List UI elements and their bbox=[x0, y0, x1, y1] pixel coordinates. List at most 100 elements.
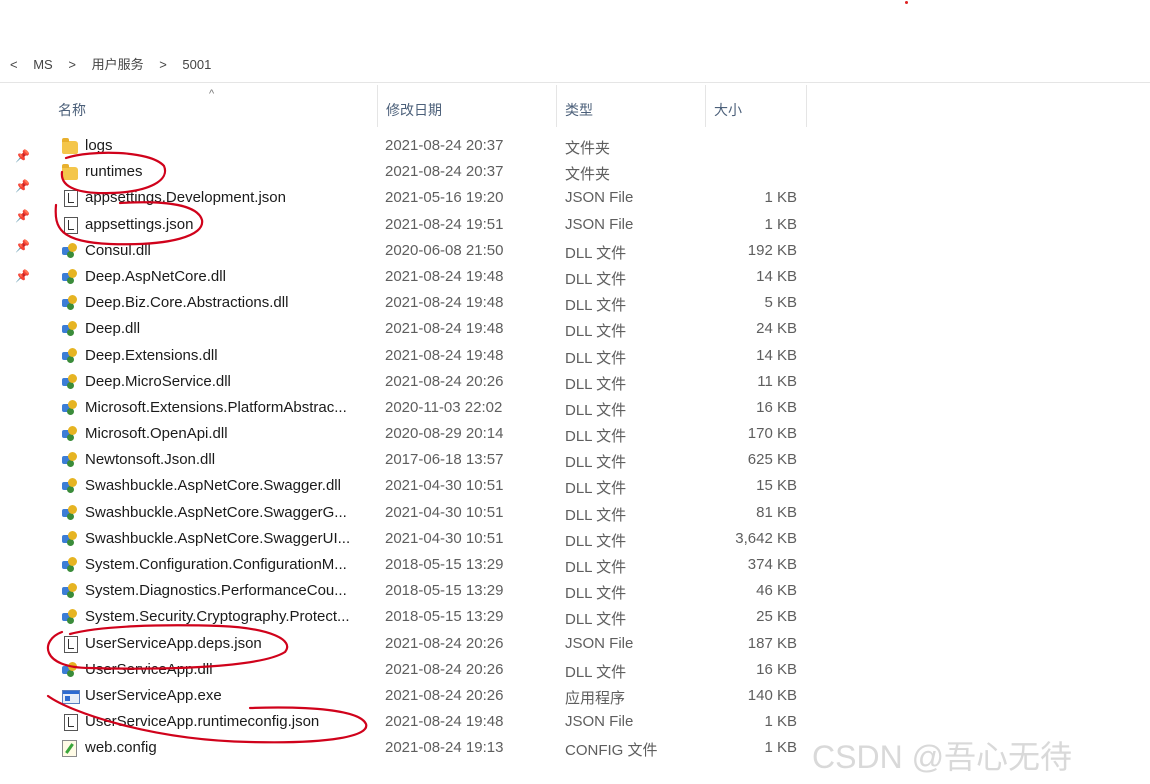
pin-icon[interactable]: 📌 bbox=[15, 239, 30, 253]
file-date: 2021-08-24 19:48 bbox=[385, 346, 504, 364]
file-row[interactable]: web.config 2021-08-24 19:13 CONFIG 文件 1 KB bbox=[50, 735, 810, 761]
file-type: DLL 文件 bbox=[565, 323, 627, 341]
back-chevron-icon[interactable]: < bbox=[10, 57, 18, 72]
file-type: 文件夹 bbox=[565, 166, 611, 184]
file-type: DLL 文件 bbox=[565, 559, 627, 576]
file-type: DLL 文件 bbox=[565, 244, 627, 262]
file-row[interactable]: Newtonsoft.Json.dll 2017-06-18 13:57 DLL 文… bbox=[50, 447, 810, 473]
dll-file-icon bbox=[62, 557, 78, 573]
dll-file-icon bbox=[62, 530, 78, 547]
dll-file-icon bbox=[62, 373, 78, 390]
column-header-name-label: 名称 bbox=[58, 102, 86, 118]
watermark: CSDN @吾心无待 bbox=[812, 739, 1073, 775]
file-row[interactable]: appsettings.Development.json 2021-05-16 1… bbox=[50, 185, 810, 211]
file-row[interactable]: Swashbuckle.AspNetCore.SwaggerUI... 2021-… bbox=[50, 526, 810, 552]
file-type: CONFIG 文件 bbox=[565, 742, 658, 760]
file-size: 25 KB bbox=[756, 608, 797, 626]
file-date: 2020-06-08 21:50 bbox=[385, 241, 504, 259]
file-size: 140 KB bbox=[747, 686, 797, 704]
file-name: Swashbuckle.AspNetCore.Swagger.dll bbox=[85, 477, 341, 495]
file-row[interactable]: UserServiceApp.dll 2021-08-24 20:26 DLL 文件… bbox=[50, 657, 810, 683]
file-name: Microsoft.Extensions.PlatformAbstrac... bbox=[85, 398, 347, 416]
file-row[interactable]: UserServiceApp.exe 2021-08-24 20:26 应用程序 14… bbox=[50, 683, 810, 709]
file-size: 5 KB bbox=[764, 294, 797, 312]
file-date: 2021-08-24 20:26 bbox=[385, 634, 504, 652]
column-header-type[interactable]: 类型 bbox=[557, 85, 706, 127]
file-row[interactable]: UserServiceApp.deps.json 2021-08-24 20:26… bbox=[50, 631, 810, 657]
dll-file-icon bbox=[62, 295, 78, 311]
column-header-date[interactable]: 修改日期 bbox=[378, 85, 557, 127]
file-row[interactable]: Deep.AspNetCore.dll 2021-08-24 19:48 DLL 文… bbox=[50, 264, 810, 290]
stray-dot bbox=[905, 1, 908, 4]
json-file-icon bbox=[64, 635, 78, 653]
file-row[interactable]: Deep.Biz.Core.Abstractions.dll 2021-08-24… bbox=[50, 290, 810, 316]
dll-file-icon bbox=[62, 504, 78, 521]
file-row[interactable]: System.Configuration.ConfigurationM... 20… bbox=[50, 552, 810, 578]
dll-file-icon bbox=[62, 583, 78, 599]
file-type: DLL 文件 bbox=[565, 454, 627, 472]
column-header-type-label: 类型 bbox=[565, 102, 593, 118]
file-name: appsettings.json bbox=[85, 215, 194, 233]
file-row[interactable]: Consul.dll 2020-06-08 21:50 DLL 文件 192 KB bbox=[50, 238, 810, 264]
json-file-icon bbox=[64, 714, 78, 732]
file-row[interactable]: Swashbuckle.AspNetCore.Swagger.dll 2021-0… bbox=[50, 473, 810, 499]
file-name: Swashbuckle.AspNetCore.SwaggerG... bbox=[85, 503, 347, 521]
title-area: < MS > 用户服务 > 5001 bbox=[0, 0, 1150, 82]
file-name: Deep.AspNetCore.dll bbox=[85, 267, 226, 285]
pin-icon[interactable]: 📌 bbox=[15, 179, 30, 193]
json-file-icon bbox=[64, 190, 78, 208]
pin-icon[interactable]: 📌 bbox=[15, 269, 30, 283]
file-date: 2021-08-24 19:48 bbox=[385, 294, 504, 312]
file-name: Newtonsoft.Json.dll bbox=[85, 451, 216, 469]
file-type: 文件夹 bbox=[565, 140, 611, 157]
file-row[interactable]: System.Security.Cryptography.Protect... 2… bbox=[50, 604, 810, 630]
file-row[interactable]: System.Diagnostics.PerformanceCou... 2018… bbox=[50, 578, 810, 604]
dll-file-icon bbox=[62, 242, 78, 259]
file-name: Swashbuckle.AspNetCore.SwaggerUI... bbox=[85, 529, 351, 547]
breadcrumb[interactable]: < MS > 用户服务 > 5001 bbox=[10, 54, 223, 74]
file-name: UserServiceApp.exe bbox=[85, 686, 222, 704]
file-name: System.Configuration.ConfigurationM... bbox=[85, 556, 347, 573]
file-name: Deep.Biz.Core.Abstractions.dll bbox=[85, 294, 289, 312]
file-size: 1 KB bbox=[764, 713, 797, 731]
file-row[interactable]: runtimes 2021-08-24 20:37 文件夹 bbox=[50, 159, 810, 185]
file-date: 2018-05-15 13:29 bbox=[385, 582, 504, 600]
file-date: 2021-08-24 20:37 bbox=[385, 137, 504, 154]
file-type: 应用程序 bbox=[565, 689, 626, 707]
breadcrumb-item[interactable]: MS bbox=[33, 57, 53, 72]
column-header-date-label: 修改日期 bbox=[386, 102, 442, 118]
file-name: runtimes bbox=[85, 163, 143, 181]
file-date: 2021-08-24 19:48 bbox=[385, 267, 504, 285]
file-name: Deep.MicroService.dll bbox=[85, 372, 231, 390]
file-row[interactable]: Microsoft.OpenApi.dll 2020-08-29 20:14 DLL… bbox=[50, 421, 810, 447]
file-row[interactable]: appsettings.json 2021-08-24 19:51 JSON Fil… bbox=[50, 212, 810, 238]
breadcrumb-item[interactable]: 用户服务 bbox=[92, 57, 144, 72]
file-type: DLL 文件 bbox=[565, 297, 627, 315]
file-date: 2017-06-18 13:57 bbox=[385, 451, 504, 469]
file-row[interactable]: Deep.MicroService.dll 2021-08-24 20:26 DLL… bbox=[50, 369, 810, 395]
file-size: 625 KB bbox=[747, 451, 797, 469]
breadcrumb-separator-icon: > bbox=[68, 57, 76, 72]
pin-icon[interactable]: 📌 bbox=[15, 209, 30, 223]
file-row[interactable]: Deep.Extensions.dll 2021-08-24 19:48 DLL 文… bbox=[50, 343, 810, 369]
file-name: web.config bbox=[85, 739, 157, 757]
file-row[interactable]: Microsoft.Extensions.PlatformAbstrac... 2… bbox=[50, 395, 810, 421]
file-date: 2020-08-29 20:14 bbox=[385, 425, 504, 443]
breadcrumb-item[interactable]: 5001 bbox=[182, 57, 211, 72]
file-date: 2021-04-30 10:51 bbox=[385, 503, 504, 521]
file-size: 16 KB bbox=[756, 398, 797, 416]
column-header-size[interactable]: 大小 bbox=[706, 85, 807, 127]
json-file-icon bbox=[64, 216, 78, 234]
file-type: DLL 文件 bbox=[565, 585, 627, 603]
file-row[interactable]: Deep.dll 2021-08-24 19:48 DLL 文件 24 KB bbox=[50, 316, 810, 342]
file-row[interactable]: logs 2021-08-24 20:37 文件夹 bbox=[50, 133, 810, 159]
file-list: logs 2021-08-24 20:37 文件夹 runtimes 2021-08-2… bbox=[50, 133, 810, 762]
file-name: logs bbox=[85, 137, 113, 154]
file-size: 14 KB bbox=[756, 267, 797, 285]
file-row[interactable]: Swashbuckle.AspNetCore.SwaggerG... 2021-0… bbox=[50, 500, 810, 526]
file-type: DLL 文件 bbox=[565, 506, 627, 524]
pin-icon[interactable]: 📌 bbox=[15, 149, 30, 163]
file-name: appsettings.Development.json bbox=[85, 189, 286, 207]
file-row[interactable]: UserServiceApp.runtimeconfig.json 2021-08… bbox=[50, 709, 810, 735]
file-date: 2021-08-24 19:48 bbox=[385, 320, 504, 338]
